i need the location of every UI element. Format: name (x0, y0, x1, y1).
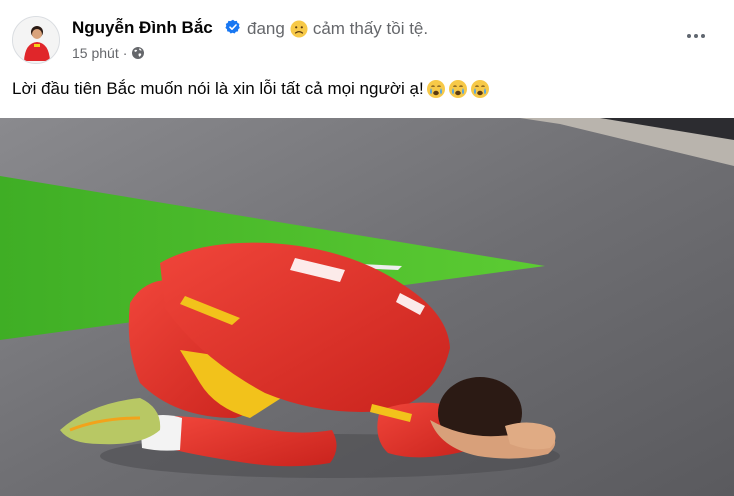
dot (687, 34, 691, 38)
post-time[interactable]: 15 phút (72, 45, 119, 61)
globe-icon[interactable] (131, 46, 145, 60)
author-name[interactable]: Nguyễn Đình Bắc (72, 18, 213, 38)
feeling-prefix: đang (247, 19, 285, 38)
post-meta: 15 phút · (72, 45, 145, 61)
facebook-post: Nguyễn Đình Bắc đang cảm thấy tồi tệ. 15… (0, 0, 734, 496)
verified-badge-icon (225, 19, 240, 34)
post-text: Lời đầu tiên Bắc muốn nói là xin lỗi tất… (12, 79, 492, 99)
dot (701, 34, 705, 38)
sad-face-emoji (290, 20, 308, 38)
post-message: Lời đầu tiên Bắc muốn nói là xin lỗi tất… (12, 79, 424, 98)
crying-face-emoji (470, 80, 489, 98)
feeling-status: đang cảm thấy tồi tệ. (247, 19, 428, 39)
dot (694, 34, 698, 38)
author-avatar[interactable] (12, 16, 60, 64)
crying-face-emoji (426, 80, 445, 98)
post-photo[interactable] (0, 118, 734, 496)
post-header: Nguyễn Đình Bắc đang cảm thấy tồi tệ. 15… (0, 0, 734, 70)
player-kneeling-image (0, 118, 734, 496)
meta-separator: · (122, 45, 128, 61)
feeling-text[interactable]: cảm thấy tồi tệ. (313, 19, 428, 39)
avatar-image (13, 17, 59, 63)
crying-emojis (426, 80, 489, 98)
more-options-icon[interactable] (684, 24, 708, 48)
crying-face-emoji (448, 80, 467, 98)
